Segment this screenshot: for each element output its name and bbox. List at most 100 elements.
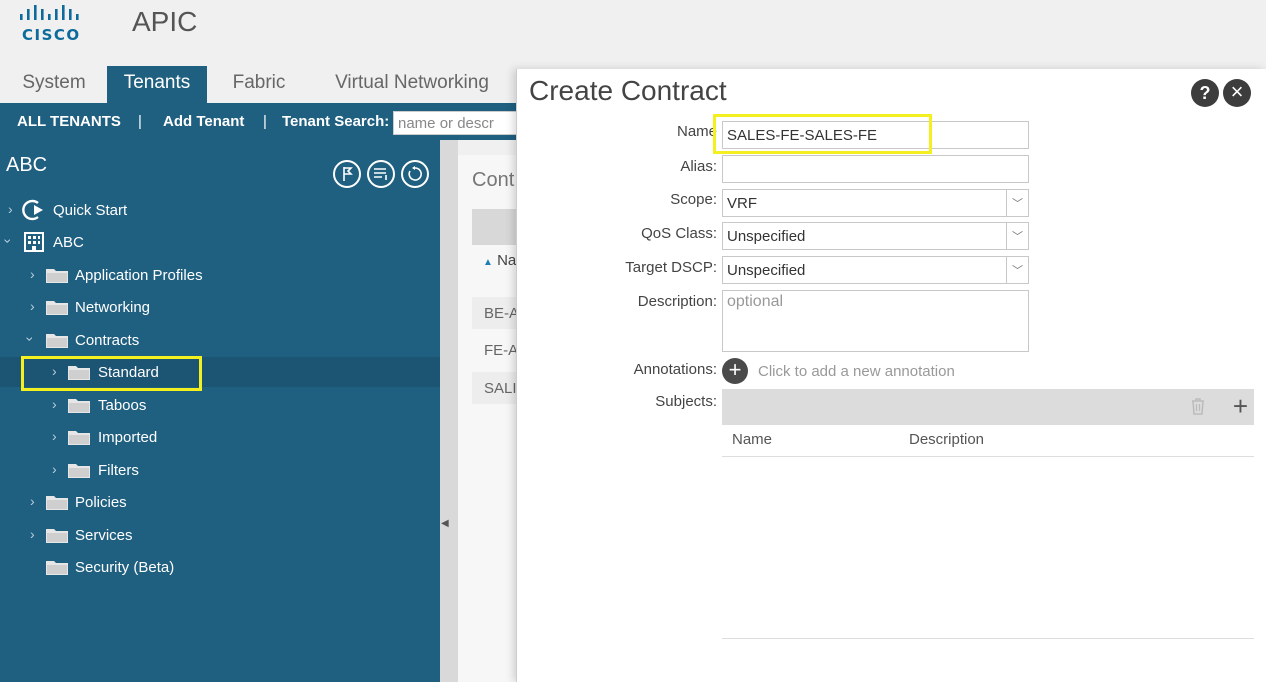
tree-item-tenant-abc[interactable]: › ABC <box>0 227 440 257</box>
chevron-down-icon: ﹀ <box>1006 257 1028 283</box>
qos-class-value: Unspecified <box>727 228 806 245</box>
tree-item-label: Application Profiles <box>75 266 203 284</box>
folder-icon <box>68 464 90 478</box>
all-tenants-link[interactable]: ALL TENANTS <box>17 113 121 130</box>
folder-icon <box>46 301 68 315</box>
tree-item-services[interactable]: › Services <box>0 520 440 550</box>
tree-item-label: Taboos <box>98 396 147 414</box>
tree-item-contracts[interactable]: › Contracts <box>0 325 440 355</box>
collapse-arrow-icon[interactable]: ◀ <box>441 518 449 529</box>
list-icon[interactable] <box>367 160 395 188</box>
subnav-separator: | <box>138 113 142 130</box>
scope-value: VRF <box>727 195 757 212</box>
tree-item-networking[interactable]: › Networking <box>0 292 440 322</box>
subjects-label: Subjects: <box>655 393 717 410</box>
tab-fabric[interactable]: Fabric <box>218 66 300 103</box>
name-highlight <box>713 114 932 154</box>
help-icon[interactable]: ? <box>1191 79 1219 107</box>
panel-title: Cont <box>472 169 515 191</box>
close-icon[interactable]: × <box>1223 79 1251 107</box>
tenant-sidebar: ABC › Quick Start › ABC › Application Pr… <box>0 140 440 682</box>
app-title: APIC <box>132 6 198 37</box>
tenant-search-input[interactable] <box>393 111 523 135</box>
quick-start-icon <box>22 199 46 225</box>
tab-virtual-networking[interactable]: Virtual Networking <box>318 66 506 103</box>
chevron-right-icon: › <box>52 461 57 477</box>
scope-select[interactable]: VRF ﹀ <box>722 189 1029 217</box>
cisco-logo: CISCO <box>18 4 86 44</box>
add-annotation-hint: Click to add a new annotation <box>758 362 955 380</box>
selection-highlight <box>21 356 202 391</box>
tree-item-label: Policies <box>75 493 127 511</box>
tenant-search-label: Tenant Search: <box>282 113 390 130</box>
description-field[interactable]: optional <box>722 290 1029 352</box>
add-tenant-link[interactable]: Add Tenant <box>163 113 244 130</box>
annotations-label: Annotations: <box>633 361 717 378</box>
tree-item-security[interactable]: Security (Beta) <box>0 552 440 582</box>
column-header-description[interactable]: Description <box>909 431 984 448</box>
column-header-name[interactable]: Name <box>732 431 772 448</box>
chevron-right-icon: › <box>8 201 13 217</box>
tree-item-application-profiles[interactable]: › Application Profiles <box>0 260 440 290</box>
folder-icon <box>68 399 90 413</box>
chevron-right-icon: › <box>30 526 35 542</box>
subjects-table-header: Name Description <box>722 425 1254 457</box>
target-dscp-value: Unspecified <box>727 262 806 279</box>
alias-label: Alias: <box>680 158 717 175</box>
scope-label: Scope: <box>670 191 717 208</box>
trash-icon[interactable] <box>1190 397 1206 420</box>
tree-item-label: Imported <box>98 428 158 446</box>
subjects-toolbar: + <box>722 389 1254 425</box>
subnav-separator: | <box>263 113 267 130</box>
chevron-right-icon: › <box>30 493 35 509</box>
chevron-down-icon: › <box>0 238 17 244</box>
tree-item-label: Services <box>75 526 133 544</box>
folder-icon <box>46 496 68 510</box>
sort-up-icon: ▲ <box>483 257 493 268</box>
chevron-down-icon: ﹀ <box>1006 190 1028 216</box>
name-label: Name <box>676 123 717 140</box>
chevron-down-icon: › <box>22 336 39 342</box>
subjects-table-footer <box>722 638 1254 639</box>
cisco-wordmark: CISCO <box>22 26 81 44</box>
tab-tenants[interactable]: Tenants <box>107 66 207 103</box>
form-labels: Name Alias: Scope: QoS Class: Target DSC… <box>517 69 717 682</box>
chevron-right-icon: › <box>52 396 57 412</box>
tree-item-label: Filters <box>98 461 139 479</box>
tree-item-label: Contracts <box>75 331 140 349</box>
chevron-down-icon: ﹀ <box>1006 223 1028 249</box>
refresh-icon[interactable] <box>401 160 429 188</box>
create-contract-dialog: Create Contract ? × Name Alias: Scope: Q… <box>516 69 1266 682</box>
tree-item-label: ABC <box>53 233 84 251</box>
sidebar-title: ABC <box>6 154 48 176</box>
sort-name-header[interactable]: ▲ Na <box>483 252 516 269</box>
tree-item-label: Networking <box>75 298 151 316</box>
chevron-right-icon: › <box>52 428 57 444</box>
tree-item-quick-start[interactable]: › Quick Start <box>0 195 440 225</box>
chevron-right-icon: › <box>30 298 35 314</box>
description-label: Description: <box>637 293 717 310</box>
folder-icon <box>46 334 68 348</box>
target-dscp-select[interactable]: Unspecified ﹀ <box>722 256 1029 284</box>
app-header: CISCO APIC <box>0 0 1266 62</box>
column-header-label: Na <box>497 252 517 269</box>
tab-system[interactable]: System <box>8 66 100 103</box>
pane-splitter[interactable] <box>440 140 458 682</box>
tree-item-imported[interactable]: › Imported <box>0 422 440 452</box>
qos-class-label: QoS Class: <box>641 225 717 242</box>
folder-icon <box>46 561 68 575</box>
add-subject-icon[interactable]: + <box>1233 391 1248 422</box>
target-dscp-label: Target DSCP: <box>625 259 717 276</box>
add-annotation-button[interactable]: + Click to add a new annotation <box>722 358 955 384</box>
chevron-right-icon: › <box>30 266 35 282</box>
pin-icon[interactable] <box>333 160 361 188</box>
folder-icon <box>46 529 68 543</box>
tree-item-filters[interactable]: › Filters <box>0 455 440 485</box>
alias-field[interactable] <box>722 155 1029 183</box>
building-icon <box>24 232 44 256</box>
qos-class-select[interactable]: Unspecified ﹀ <box>722 222 1029 250</box>
tree-item-policies[interactable]: › Policies <box>0 487 440 517</box>
plus-circle-icon: + <box>722 358 748 384</box>
tree-item-taboos[interactable]: › Taboos <box>0 390 440 420</box>
folder-icon <box>46 269 68 283</box>
